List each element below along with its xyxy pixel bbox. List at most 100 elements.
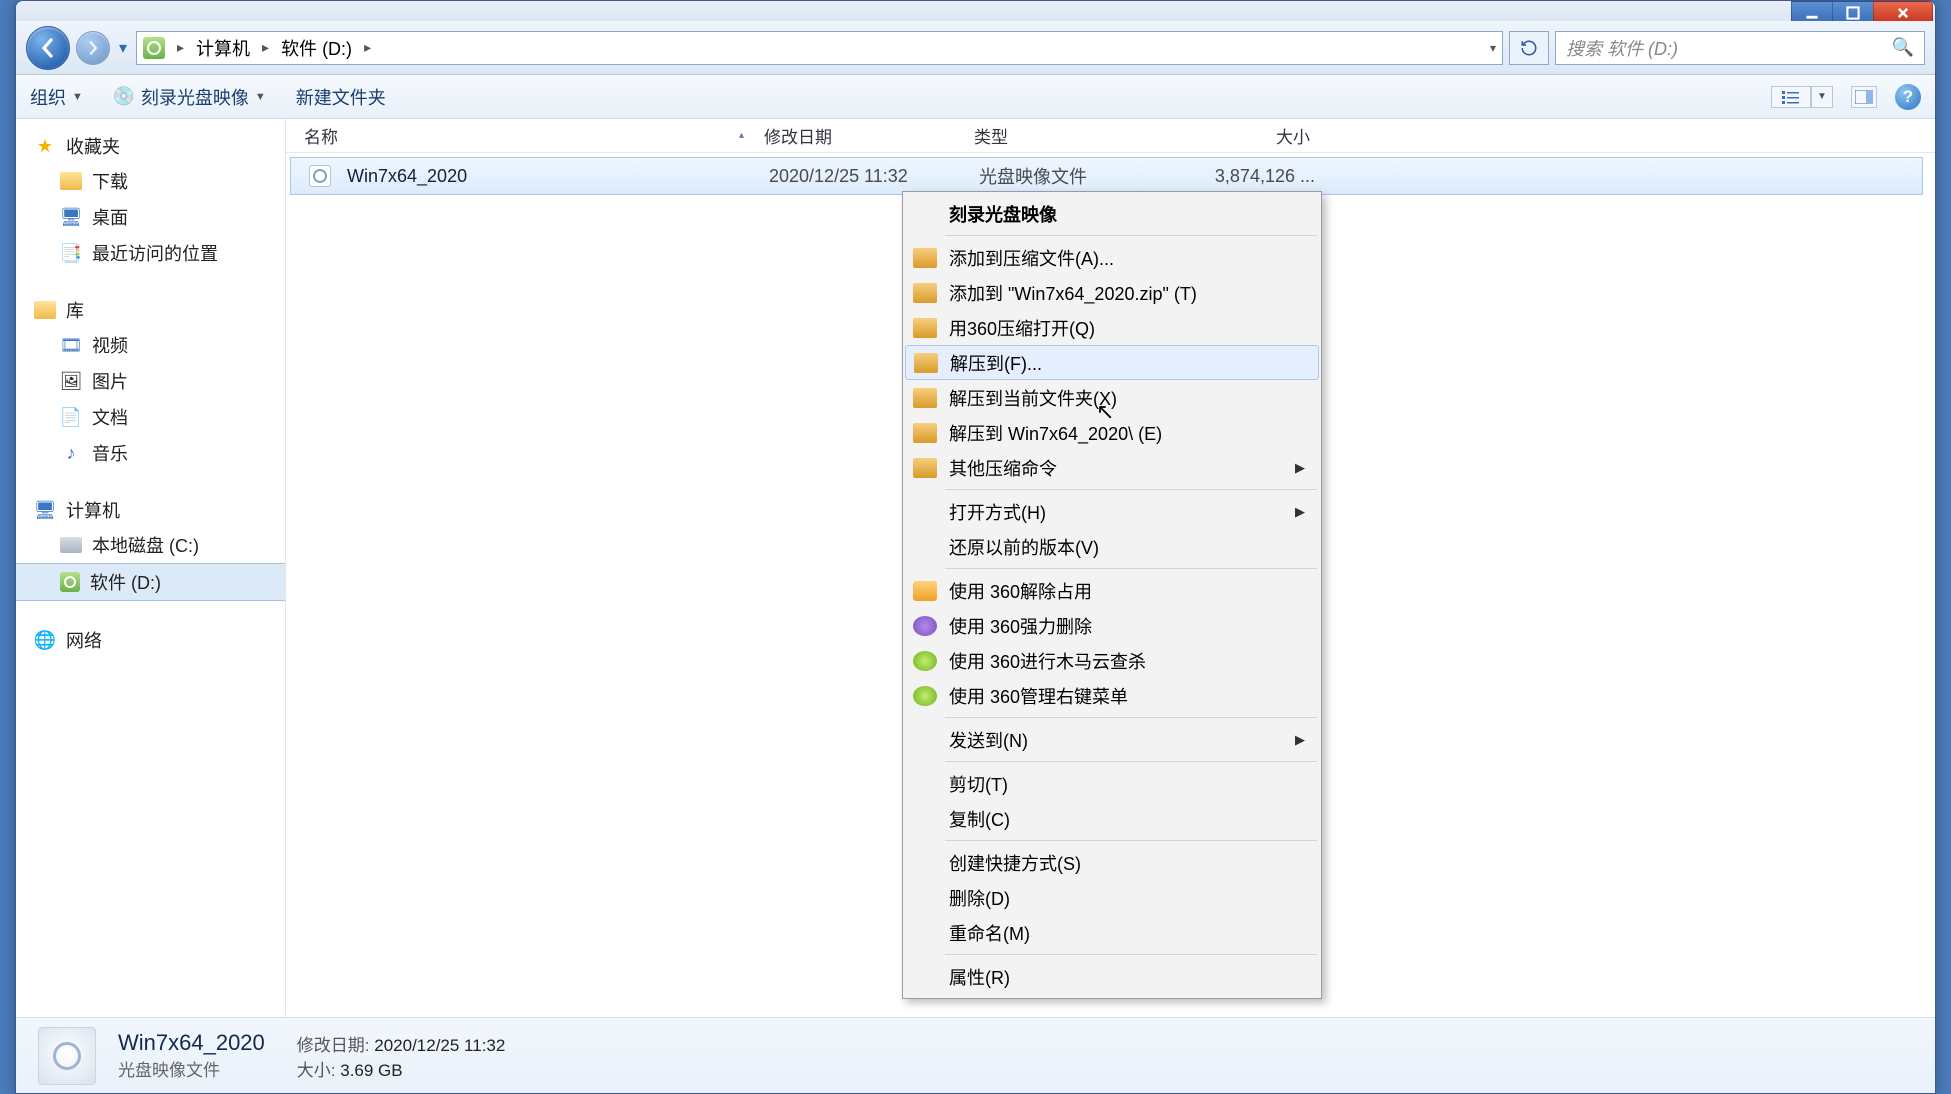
ctx-restore-version[interactable]: 还原以前的版本(V) bbox=[905, 529, 1319, 564]
drive-icon bbox=[143, 37, 165, 59]
ctx-rename[interactable]: 重命名(M) bbox=[905, 915, 1319, 950]
sidebar-favorites[interactable]: ★收藏夹 bbox=[16, 129, 285, 163]
separator bbox=[945, 840, 1317, 841]
details-size: 3.69 GB bbox=[340, 1061, 402, 1080]
sidebar-documents[interactable]: 📄文档 bbox=[16, 399, 285, 435]
sidebar-drive-d[interactable]: 软件 (D:) bbox=[16, 563, 285, 601]
sidebar-pictures[interactable]: 🖼图片 bbox=[16, 363, 285, 399]
ctx-delete[interactable]: 删除(D) bbox=[905, 880, 1319, 915]
archive-icon bbox=[913, 248, 937, 268]
navigation-sidebar: ★收藏夹 下载 🖥桌面 📑最近访问的位置 库 🎞视频 🖼图片 📄文档 ♪音乐 🖥… bbox=[16, 119, 286, 1017]
breadcrumb-current[interactable]: 软件 (D:) bbox=[281, 35, 352, 61]
search-input[interactable]: 搜索 软件 (D:) 🔍 bbox=[1555, 31, 1925, 65]
submenu-arrow-icon: ▶ bbox=[1295, 732, 1305, 748]
view-mode-button[interactable] bbox=[1771, 86, 1811, 108]
ctx-cut[interactable]: 剪切(T) bbox=[905, 766, 1319, 801]
ctx-360-manage-menu[interactable]: 使用 360管理右键菜单 bbox=[905, 678, 1319, 713]
archive-icon bbox=[913, 423, 937, 443]
chevron-down-icon: ▼ bbox=[255, 91, 266, 103]
ctx-extract-here[interactable]: 解压到当前文件夹(X) bbox=[905, 380, 1319, 415]
burn-disc-button[interactable]: 💿 刻录光盘映像 ▼ bbox=[113, 84, 266, 110]
ctx-burn-disc[interactable]: 刻录光盘映像 bbox=[905, 196, 1319, 231]
document-icon: 📄 bbox=[60, 406, 82, 428]
back-button[interactable] bbox=[26, 26, 70, 70]
archive-icon bbox=[914, 353, 938, 373]
address-bar[interactable]: ▸ 计算机 ▸ 软件 (D:) ▸ ▾ bbox=[136, 31, 1503, 65]
ctx-properties[interactable]: 属性(R) bbox=[905, 959, 1319, 994]
history-dropdown[interactable]: ▾ bbox=[116, 38, 130, 58]
preview-pane-button[interactable] bbox=[1851, 86, 1877, 108]
context-menu: 刻录光盘映像 添加到压缩文件(A)... 添加到 "Win7x64_2020.z… bbox=[902, 191, 1322, 999]
star-icon: ★ bbox=[34, 135, 56, 157]
ctx-other-zip[interactable]: 其他压缩命令▶ bbox=[905, 450, 1319, 485]
ctx-open-360zip[interactable]: 用360压缩打开(Q) bbox=[905, 310, 1319, 345]
drive-icon bbox=[60, 572, 80, 592]
network-icon: 🌐 bbox=[34, 629, 56, 651]
folder-icon bbox=[60, 172, 82, 190]
sidebar-desktop[interactable]: 🖥桌面 bbox=[16, 199, 285, 235]
ctx-360-force-delete[interactable]: 使用 360强力删除 bbox=[905, 608, 1319, 643]
recent-icon: 📑 bbox=[60, 242, 82, 264]
navigation-bar: ▾ ▸ 计算机 ▸ 软件 (D:) ▸ ▾ 搜索 软件 (D:) 🔍 bbox=[16, 21, 1935, 75]
360-icon bbox=[913, 686, 937, 706]
details-title: Win7x64_2020 bbox=[118, 1030, 265, 1056]
ctx-extract-to[interactable]: 解压到(F)... bbox=[905, 345, 1319, 380]
separator bbox=[945, 235, 1317, 236]
sidebar-recent[interactable]: 📑最近访问的位置 bbox=[16, 235, 285, 271]
sidebar-downloads[interactable]: 下载 bbox=[16, 163, 285, 199]
separator bbox=[945, 761, 1317, 762]
sidebar-libraries[interactable]: 库 bbox=[16, 293, 285, 327]
chevron-right-icon: ▸ bbox=[262, 39, 269, 56]
360-icon bbox=[913, 616, 937, 636]
col-size[interactable]: 大小 bbox=[1184, 123, 1324, 148]
col-name[interactable]: 名称▴ bbox=[304, 123, 764, 148]
refresh-button[interactable] bbox=[1509, 31, 1549, 65]
col-date[interactable]: 修改日期 bbox=[764, 123, 974, 148]
chevron-right-icon: ▸ bbox=[177, 39, 184, 56]
ctx-add-archive[interactable]: 添加到压缩文件(A)... bbox=[905, 240, 1319, 275]
sidebar-network[interactable]: 🌐网络 bbox=[16, 623, 285, 657]
sidebar-drive-c[interactable]: 本地磁盘 (C:) bbox=[16, 527, 285, 563]
picture-icon: 🖼 bbox=[60, 370, 82, 392]
ctx-open-with[interactable]: 打开方式(H)▶ bbox=[905, 494, 1319, 529]
breadcrumb-computer[interactable]: 计算机 bbox=[196, 35, 250, 61]
details-type: 光盘映像文件 bbox=[118, 1056, 265, 1081]
new-folder-button[interactable]: 新建文件夹 bbox=[296, 84, 386, 110]
help-button[interactable]: ? bbox=[1895, 84, 1921, 110]
sidebar-computer[interactable]: 🖥计算机 bbox=[16, 493, 285, 527]
ctx-create-shortcut[interactable]: 创建快捷方式(S) bbox=[905, 845, 1319, 880]
sidebar-videos[interactable]: 🎞视频 bbox=[16, 327, 285, 363]
forward-button[interactable] bbox=[76, 31, 110, 65]
music-icon: ♪ bbox=[60, 442, 82, 464]
toolbar: 组织▼ 💿 刻录光盘映像 ▼ 新建文件夹 ▼ ? bbox=[16, 75, 1935, 119]
ctx-360-unlock[interactable]: 使用 360解除占用 bbox=[905, 573, 1319, 608]
archive-icon bbox=[913, 283, 937, 303]
organize-menu[interactable]: 组织▼ bbox=[30, 84, 83, 110]
archive-icon bbox=[913, 388, 937, 408]
desktop-icon: 🖥 bbox=[60, 206, 82, 228]
file-name: Win7x64_2020 bbox=[347, 166, 467, 187]
view-mode-dropdown[interactable]: ▼ bbox=[1811, 86, 1833, 108]
ctx-360-trojan-scan[interactable]: 使用 360进行木马云查杀 bbox=[905, 643, 1319, 678]
col-type[interactable]: 类型 bbox=[974, 123, 1184, 148]
address-dropdown[interactable]: ▾ bbox=[1490, 41, 1496, 55]
search-icon: 🔍 bbox=[1892, 37, 1914, 58]
drive-icon bbox=[60, 537, 82, 553]
ctx-add-zip[interactable]: 添加到 "Win7x64_2020.zip" (T) bbox=[905, 275, 1319, 310]
search-placeholder: 搜索 软件 (D:) bbox=[1566, 35, 1678, 61]
separator bbox=[945, 489, 1317, 490]
disc-icon: 💿 bbox=[113, 86, 135, 108]
file-date: 2020/12/25 11:32 bbox=[769, 166, 979, 187]
separator bbox=[945, 717, 1317, 718]
ctx-copy[interactable]: 复制(C) bbox=[905, 801, 1319, 836]
file-row[interactable]: Win7x64_2020 2020/12/25 11:32 光盘映像文件 3,8… bbox=[290, 157, 1923, 195]
sort-indicator-icon: ▴ bbox=[739, 130, 744, 141]
details-size-label: 大小: bbox=[297, 1061, 336, 1080]
ctx-send-to[interactable]: 发送到(N)▶ bbox=[905, 722, 1319, 757]
titlebar bbox=[16, 1, 1935, 21]
file-size: 3,874,126 ... bbox=[1189, 166, 1329, 187]
360-icon bbox=[913, 581, 937, 601]
ctx-extract-named[interactable]: 解压到 Win7x64_2020\ (E) bbox=[905, 415, 1319, 450]
file-list-area: 名称▴ 修改日期 类型 大小 Win7x64_2020 2020/12/25 1… bbox=[286, 119, 1935, 1017]
sidebar-music[interactable]: ♪音乐 bbox=[16, 435, 285, 471]
